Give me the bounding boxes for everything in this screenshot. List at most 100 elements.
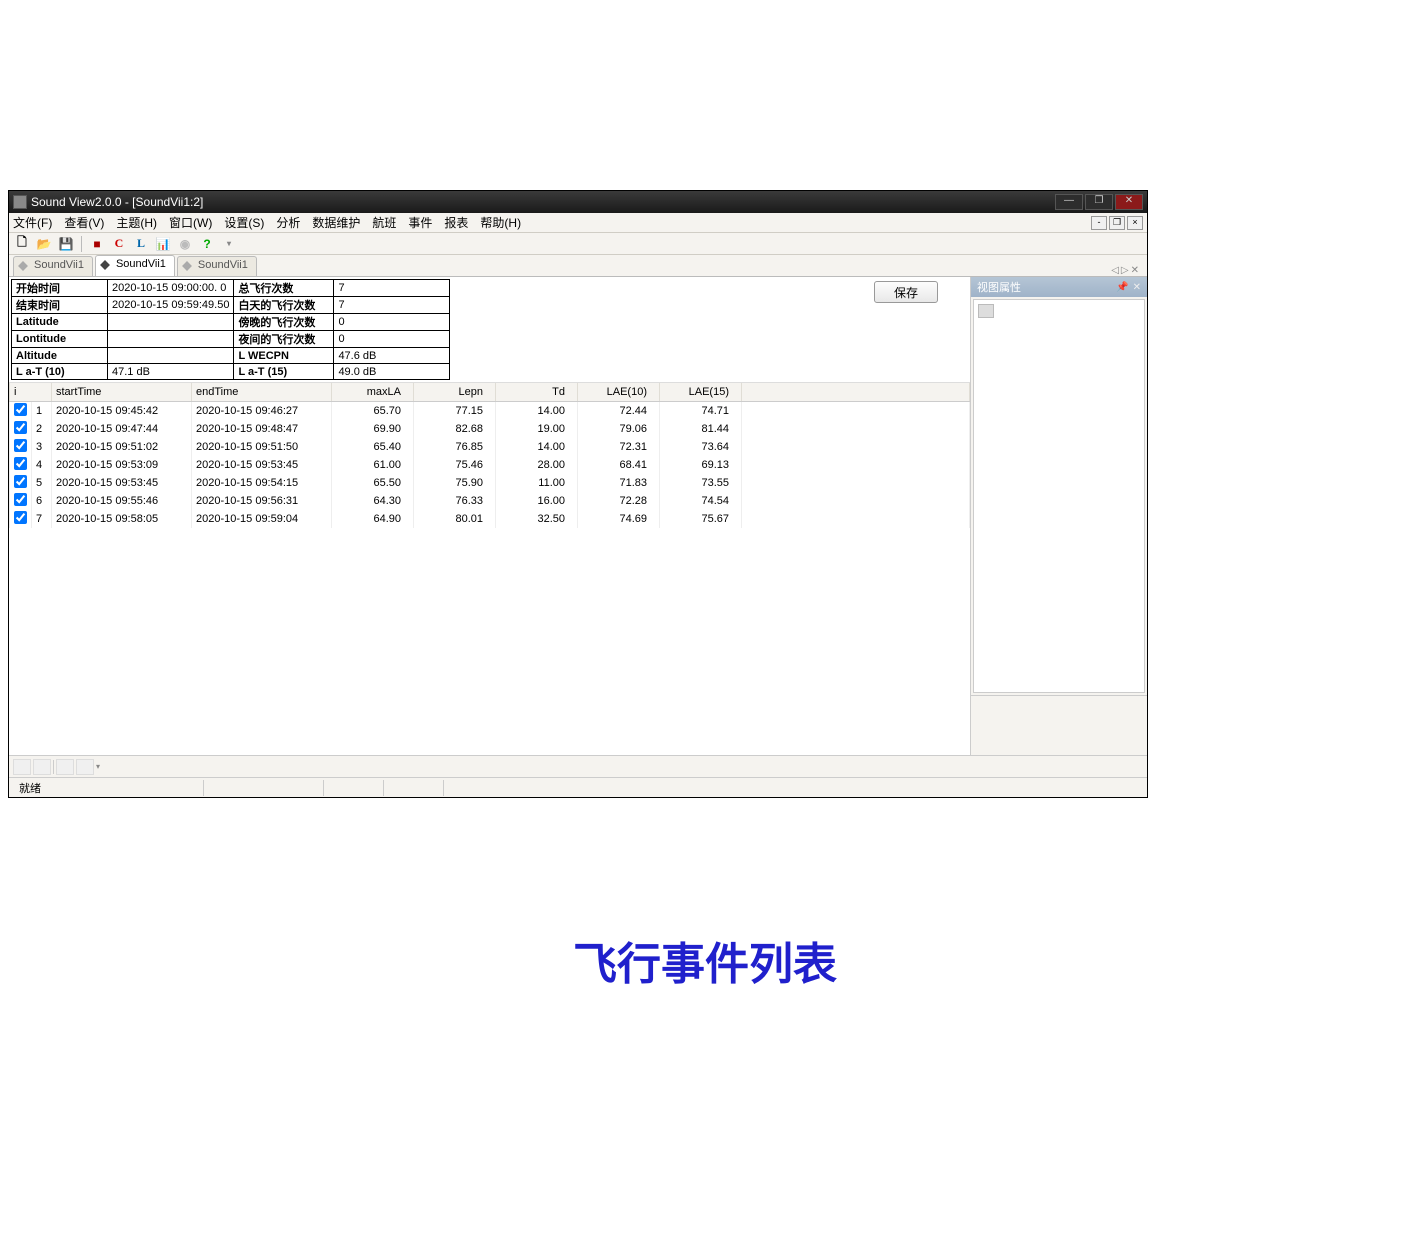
table-row[interactable]: 52020-10-15 09:53:452020-10-15 09:54:156… <box>10 474 970 492</box>
menu-datamaint[interactable]: 数据维护 <box>312 214 360 231</box>
row-checkbox[interactable] <box>10 456 32 474</box>
status-cell-5 <box>443 780 553 796</box>
cell-start: 2020-10-15 09:53:45 <box>52 474 192 492</box>
label-altitude: Altitude <box>12 348 108 364</box>
nav-first-icon[interactable] <box>13 759 31 775</box>
cell-lae15: 75.67 <box>660 510 742 528</box>
cell-td: 14.00 <box>496 438 578 456</box>
cell-maxla: 61.00 <box>332 456 414 474</box>
close-button[interactable]: ✕ <box>1115 194 1143 210</box>
tab-prev-icon[interactable]: ◁ <box>1111 265 1119 276</box>
value-total-flights: 7 <box>334 280 450 297</box>
chart-icon[interactable]: 📊 <box>154 235 172 253</box>
cell-start: 2020-10-15 09:53:09 <box>52 456 192 474</box>
mdi-minimize-button[interactable]: - <box>1091 216 1107 230</box>
col-i[interactable]: i <box>10 383 52 401</box>
menu-event[interactable]: 事件 <box>408 214 432 231</box>
menubar: 文件(F) 查看(V) 主题(H) 窗口(W) 设置(S) 分析 数据维护 航班… <box>9 213 1147 233</box>
cell-maxla: 64.90 <box>332 510 414 528</box>
properties-icon[interactable] <box>978 304 994 318</box>
bottom-overflow-icon[interactable]: ▾ <box>96 762 100 771</box>
col-td[interactable]: Td <box>496 383 578 401</box>
col-lae15[interactable]: LAE(15) <box>660 383 742 401</box>
row-checkbox[interactable] <box>10 438 32 456</box>
cell-td: 32.50 <box>496 510 578 528</box>
maximize-button[interactable]: ❐ <box>1085 194 1113 210</box>
open-file-icon[interactable]: 📂 <box>35 235 53 253</box>
row-checkbox[interactable] <box>10 510 32 528</box>
menu-theme[interactable]: 主题(H) <box>116 214 157 231</box>
letter-c-icon[interactable]: C <box>110 235 128 253</box>
cell-lae15: 73.64 <box>660 438 742 456</box>
row-checkbox[interactable] <box>10 492 32 510</box>
status-cell-3 <box>323 780 383 796</box>
save-icon[interactable]: 💾 <box>57 235 75 253</box>
side-panel-footer <box>971 695 1147 755</box>
new-file-icon[interactable]: 🗋 <box>13 235 31 253</box>
table-row[interactable]: 12020-10-15 09:45:422020-10-15 09:46:276… <box>10 401 970 420</box>
value-latitude <box>108 314 234 331</box>
col-lae10[interactable]: LAE(10) <box>578 383 660 401</box>
cell-maxla: 65.70 <box>332 401 414 420</box>
row-checkbox[interactable] <box>10 420 32 438</box>
menu-window[interactable]: 窗口(W) <box>169 214 212 231</box>
stop-icon[interactable]: ■ <box>88 235 106 253</box>
nav-last-icon[interactable] <box>76 759 94 775</box>
label-evening-flights: 傍晚的飞行次数 <box>234 314 334 331</box>
table-row[interactable]: 42020-10-15 09:53:092020-10-15 09:53:456… <box>10 456 970 474</box>
label-day-flights: 白天的飞行次数 <box>234 297 334 314</box>
tab-2[interactable]: SoundVii1 <box>95 255 175 276</box>
value-lwecpn: 47.6 dB <box>334 348 450 364</box>
side-panel-body <box>973 299 1145 693</box>
mdi-close-button[interactable]: × <box>1127 216 1143 230</box>
tab-close-icon[interactable]: ✕ <box>1131 265 1139 276</box>
nav-prev-icon[interactable] <box>33 759 51 775</box>
pin-icon <box>18 261 28 271</box>
menu-report[interactable]: 报表 <box>444 214 468 231</box>
col-lepn[interactable]: Lepn <box>414 383 496 401</box>
menu-view[interactable]: 查看(V) <box>64 214 104 231</box>
tab-3[interactable]: SoundVii1 <box>177 256 257 276</box>
col-endtime[interactable]: endTime <box>192 383 332 401</box>
minimize-button[interactable]: — <box>1055 194 1083 210</box>
nav-next-icon[interactable] <box>56 759 74 775</box>
cell-end: 2020-10-15 09:51:50 <box>192 438 332 456</box>
toolbar: 🗋 📂 💾 ■ C L 📊 ◉ ? ▾ <box>9 233 1147 255</box>
toolbar-overflow-icon[interactable]: ▾ <box>220 235 238 253</box>
cell-i: 2 <box>32 420 52 438</box>
help-icon[interactable]: ? <box>198 235 216 253</box>
menu-flight[interactable]: 航班 <box>372 214 396 231</box>
side-close-icon[interactable]: ✕ <box>1133 282 1141 293</box>
table-row[interactable]: 62020-10-15 09:55:462020-10-15 09:56:316… <box>10 492 970 510</box>
row-checkbox[interactable] <box>10 474 32 492</box>
save-button[interactable]: 保存 <box>874 281 938 303</box>
cell-lae15: 73.55 <box>660 474 742 492</box>
cell-start: 2020-10-15 09:55:46 <box>52 492 192 510</box>
tab-next-icon[interactable]: ▷ <box>1121 265 1129 276</box>
cell-end: 2020-10-15 09:48:47 <box>192 420 332 438</box>
menu-settings[interactable]: 设置(S) <box>224 214 264 231</box>
cell-i: 3 <box>32 438 52 456</box>
status-text: 就绪 <box>13 780 203 796</box>
col-starttime[interactable]: startTime <box>52 383 192 401</box>
menu-file[interactable]: 文件(F) <box>13 214 52 231</box>
tab-1[interactable]: SoundVii1 <box>13 256 93 276</box>
cell-lepn: 80.01 <box>414 510 496 528</box>
bottom-toolbar: ▾ <box>9 755 1147 777</box>
row-checkbox[interactable] <box>10 401 32 420</box>
table-row[interactable]: 32020-10-15 09:51:022020-10-15 09:51:506… <box>10 438 970 456</box>
table-row[interactable]: 72020-10-15 09:58:052020-10-15 09:59:046… <box>10 510 970 528</box>
page-caption: 飞行事件列表 <box>0 928 1410 992</box>
mdi-restore-button[interactable]: ❐ <box>1109 216 1125 230</box>
menu-analyze[interactable]: 分析 <box>276 214 300 231</box>
table-row[interactable]: 22020-10-15 09:47:442020-10-15 09:48:476… <box>10 420 970 438</box>
side-pin-icon[interactable]: 📌 <box>1116 282 1128 293</box>
col-maxla[interactable]: maxLA <box>332 383 414 401</box>
record-icon[interactable]: ◉ <box>176 235 194 253</box>
letter-l-icon[interactable]: L <box>132 235 150 253</box>
cell-maxla: 65.40 <box>332 438 414 456</box>
cell-end: 2020-10-15 09:59:04 <box>192 510 332 528</box>
event-grid[interactable]: i startTime endTime maxLA Lepn Td LAE(10… <box>9 382 970 755</box>
menu-help[interactable]: 帮助(H) <box>480 214 521 231</box>
value-lat10: 47.1 dB <box>108 364 234 380</box>
